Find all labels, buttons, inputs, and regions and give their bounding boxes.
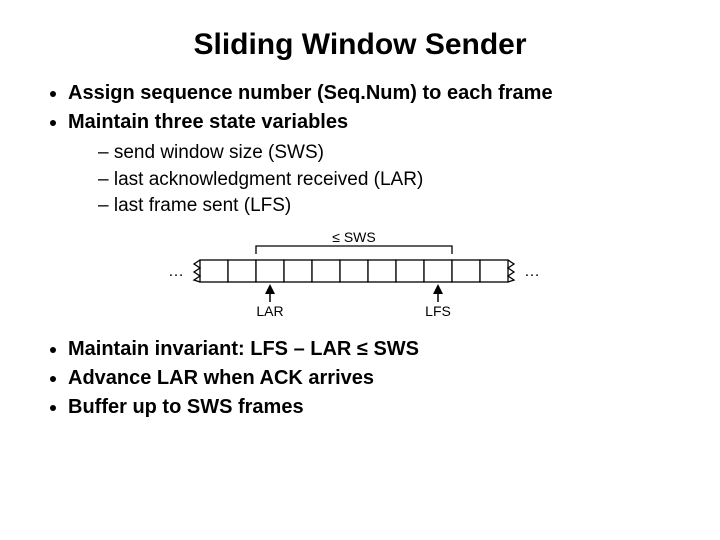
slide-title: Sliding Window Sender	[40, 28, 680, 62]
bullet-buffer: Buffer up to SWS frames	[68, 394, 680, 421]
bullet-invariant: Maintain invariant: LFS – LAR ≤ SWS	[68, 336, 680, 363]
top-bullet-list: Assign sequence number (Seq.Num) to each…	[46, 80, 680, 220]
svg-text:LAR: LAR	[256, 303, 283, 319]
svg-text:…: …	[524, 263, 540, 280]
svg-text:…: …	[168, 263, 184, 280]
bullet-seqnum: Assign sequence number (Seq.Num) to each…	[68, 80, 680, 107]
sub-sws: send window size (SWS)	[98, 140, 680, 167]
svg-text:LFS: LFS	[425, 303, 451, 319]
svg-text:≤ SWS: ≤ SWS	[332, 230, 375, 245]
sub-lar: last acknowledgment received (LAR)	[98, 167, 680, 194]
sub-bullet-list: send window size (SWS) last acknowledgme…	[68, 140, 680, 220]
bullet-advance-lar: Advance LAR when ACK arrives	[68, 365, 680, 392]
bullet-state-vars: Maintain three state variables send wind…	[68, 109, 680, 220]
sliding-window-diagram: … … ≤ SWS LAR LFS	[150, 230, 570, 322]
bottom-bullet-list: Maintain invariant: LFS – LAR ≤ SWS Adva…	[46, 336, 680, 421]
sub-lfs: last frame sent (LFS)	[98, 193, 680, 220]
